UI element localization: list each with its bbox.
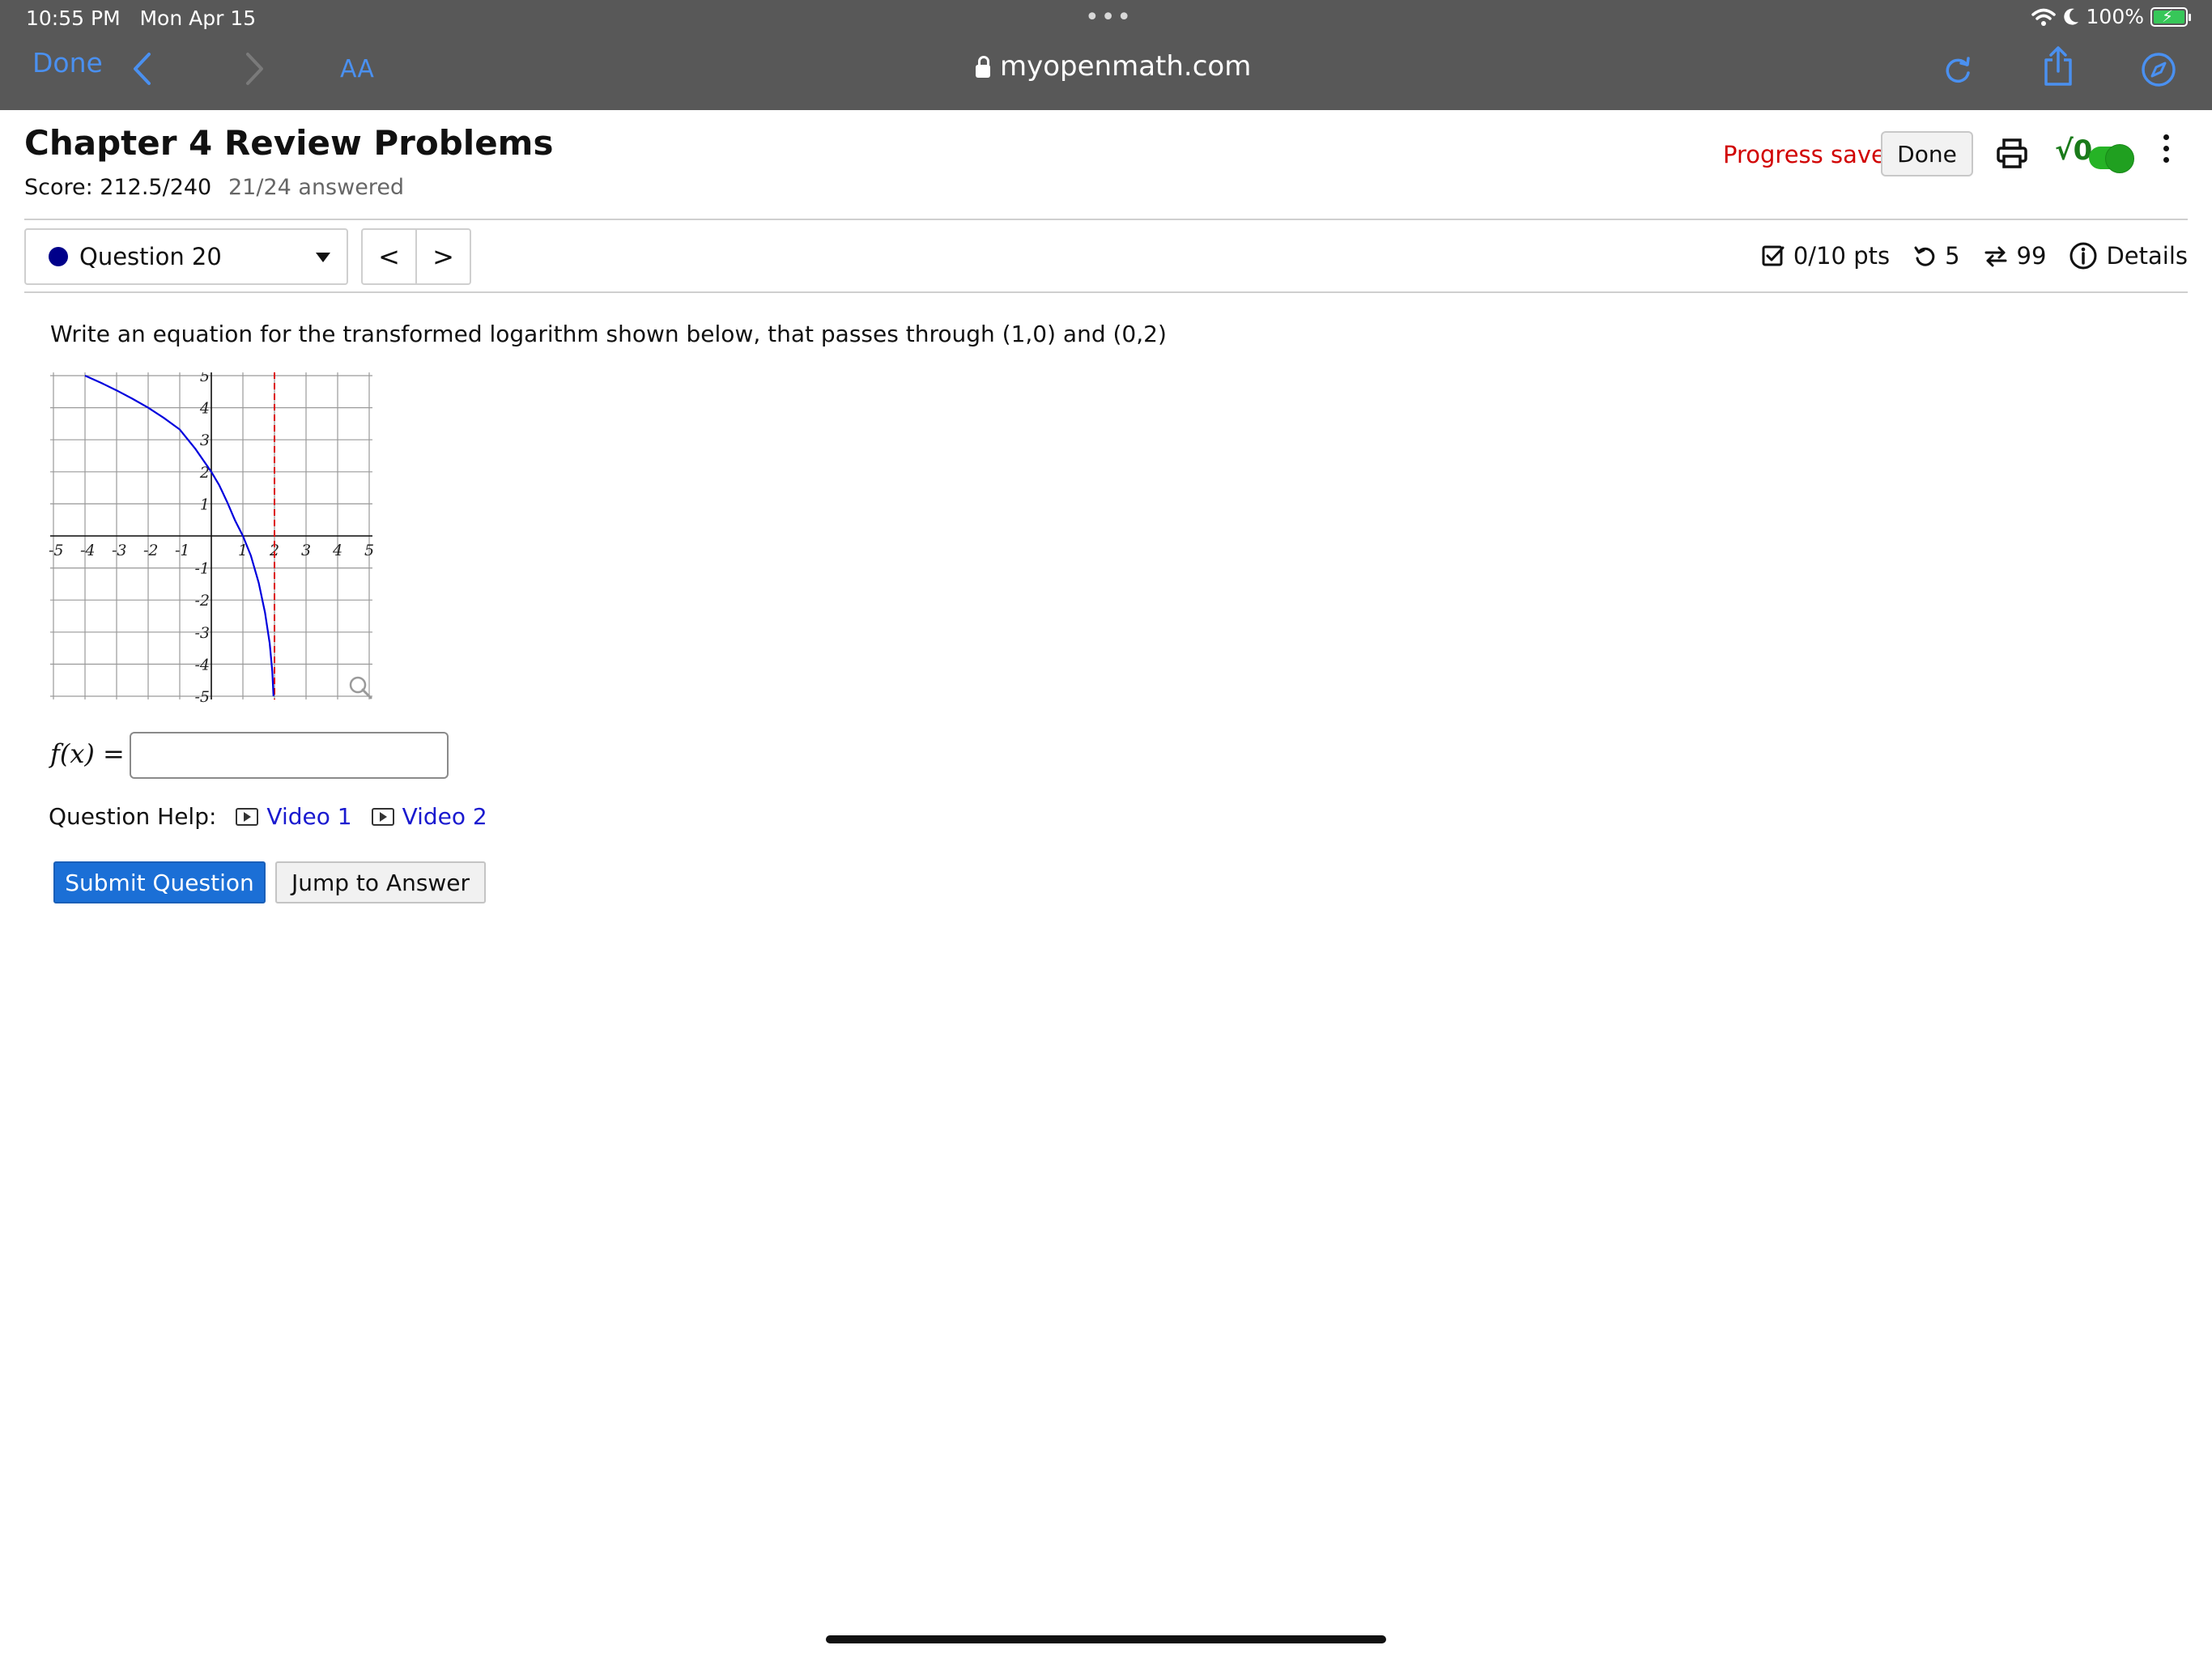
share-icon[interactable]	[2042, 45, 2074, 87]
x-tick-label: -1	[175, 542, 190, 559]
more-options-icon[interactable]	[2163, 134, 2169, 163]
video-icon	[236, 807, 259, 826]
y-tick-label: -3	[194, 624, 210, 642]
retries-count: 5	[1945, 242, 1960, 270]
x-tick-label: 4	[332, 542, 342, 559]
multitask-dots-icon[interactable]: •••	[1085, 3, 1133, 32]
question-help-label: Question Help:	[49, 803, 217, 830]
page-title: Chapter 4 Review Problems	[24, 123, 554, 163]
video-icon	[371, 807, 394, 826]
x-tick-label: -2	[143, 542, 159, 559]
status-time: 10:55 PM Mon Apr 15	[26, 6, 256, 30]
print-icon[interactable]	[1996, 138, 2028, 170]
question-nav: < >	[361, 228, 471, 285]
toolbar-divider	[24, 291, 2188, 293]
battery-icon: ⚡	[2150, 6, 2191, 27]
checkbox-icon	[1762, 245, 1784, 266]
graph-axes	[50, 372, 372, 699]
question-status-dot	[49, 247, 68, 266]
versions-icon	[1984, 246, 2007, 267]
home-indicator	[826, 1635, 1386, 1643]
x-tick-label: -3	[112, 542, 127, 559]
logarithm-graph: -5 -4 -3 -2 -1 1 2 3 4 554321-1-2-3-4-5	[49, 372, 374, 704]
next-question-button[interactable]: >	[415, 230, 470, 283]
video-2-label: Video 2	[402, 803, 487, 830]
x-tick-label: 5	[364, 542, 374, 559]
time-text: 10:55 PM	[26, 6, 121, 30]
x-tick-label: -4	[80, 542, 96, 559]
caret-down-icon	[316, 253, 330, 262]
y-tick-label: -4	[194, 656, 210, 674]
progress-saved-text: Progress saved	[1723, 141, 1901, 168]
y-tick-label: -2	[194, 592, 210, 610]
y-tick-label: 3	[200, 432, 210, 449]
y-tick-label: 1	[200, 495, 210, 513]
question-text: Write an equation for the transformed lo…	[50, 321, 1167, 347]
browser-chrome: 10:55 PM Mon Apr 15 ••• 100% ⚡ Done AA m…	[0, 0, 2212, 110]
answer-input[interactable]	[130, 732, 449, 779]
status-right: 100% ⚡	[2031, 5, 2191, 28]
question-select-label: Question 20	[79, 243, 222, 270]
forward-arrow-icon[interactable]	[245, 52, 266, 86]
answered-count: 21/24 answered	[228, 175, 405, 200]
x-tick-label: -5	[49, 542, 64, 559]
question-select[interactable]: Question 20	[24, 228, 348, 285]
back-arrow-icon[interactable]	[131, 52, 152, 86]
browser-done-button[interactable]: Done	[32, 47, 103, 79]
y-tick-label: 4	[199, 400, 210, 418]
text-size-button[interactable]: AA	[340, 55, 374, 83]
math-entry-icon: √0	[2055, 134, 2093, 167]
math-entry-toggle[interactable]	[2089, 144, 2134, 173]
lock-icon	[976, 56, 990, 78]
answer-label: f(x) =	[50, 738, 125, 769]
question-meta: 0/10 pts 5 99 Details	[1761, 241, 2188, 270]
wifi-icon	[2031, 8, 2056, 26]
reload-icon[interactable]	[1942, 53, 1974, 86]
url-text: myopenmath.com	[1000, 50, 1252, 83]
video-2-link[interactable]: Video 2	[371, 803, 487, 830]
compass-icon[interactable]	[2141, 52, 2176, 87]
prev-question-button[interactable]: <	[363, 230, 415, 283]
video-1-label: Video 1	[266, 803, 352, 830]
retry-icon	[1914, 246, 1935, 266]
zoom-magnifier-icon[interactable]	[349, 676, 372, 699]
y-tick-label: -5	[194, 688, 210, 704]
details-link[interactable]: Details	[2106, 242, 2188, 270]
jump-to-answer-button[interactable]: Jump to Answer	[275, 861, 486, 903]
question-help: Question Help: Video 1 Video 2	[49, 803, 487, 830]
moon-icon	[2063, 8, 2078, 25]
info-icon[interactable]	[2069, 241, 2098, 270]
score-text: Score: 212.5/240	[24, 175, 212, 200]
x-tick-label: 3	[301, 542, 311, 559]
points-text: 0/10 pts	[1793, 242, 1891, 270]
y-tick-label: -1	[194, 560, 210, 578]
submit-question-button[interactable]: Submit Question	[53, 861, 266, 903]
address-bar[interactable]: myopenmath.com	[976, 50, 1251, 83]
versions-count: 99	[2016, 242, 2047, 270]
header-divider	[24, 219, 2188, 220]
date-text: Mon Apr 15	[139, 6, 257, 30]
y-tick-label: 5	[200, 372, 210, 385]
video-1-link[interactable]: Video 1	[236, 803, 352, 830]
battery-percent: 100%	[2086, 5, 2144, 28]
assessment-done-button[interactable]: Done	[1881, 131, 1973, 176]
